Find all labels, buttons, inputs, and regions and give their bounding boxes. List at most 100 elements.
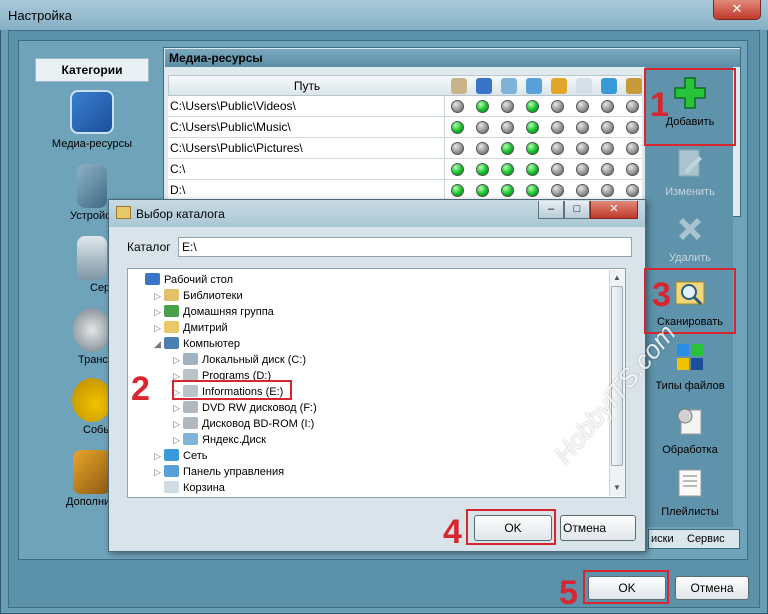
status-dot-off[interactable] — [626, 100, 639, 113]
table-row[interactable]: C:\Users\Public\Videos\ — [168, 96, 642, 117]
status-dot-on[interactable] — [501, 142, 514, 155]
tree-node[interactable]: ▷ Локальный диск (C:) — [173, 352, 306, 368]
expand-arrow-icon[interactable]: ▷ — [154, 464, 164, 480]
table-row[interactable]: C:\Users\Public\Music\ — [168, 117, 642, 138]
dialog-maximize-button[interactable]: □ — [564, 201, 590, 219]
status-dot-off[interactable] — [551, 163, 564, 176]
tree-node-label: Домашняя группа — [183, 306, 274, 318]
tree-node[interactable]: ▷ Панель управления — [154, 464, 284, 480]
status-dot-off[interactable] — [601, 142, 614, 155]
status-dot-on[interactable] — [526, 121, 539, 134]
status-dot-off[interactable] — [576, 100, 589, 113]
status-dot-on[interactable] — [451, 163, 464, 176]
cancel-button[interactable]: Отмена — [675, 576, 749, 600]
status-dot-on[interactable] — [526, 163, 539, 176]
cloud-icon — [576, 78, 592, 94]
edit-button[interactable]: Изменить — [648, 140, 732, 206]
status-dot-off[interactable] — [576, 184, 589, 197]
status-dot-on[interactable] — [526, 184, 539, 197]
tree-node[interactable]: ▷ Сеть — [154, 448, 207, 464]
tab-service[interactable]: Сервис — [687, 533, 725, 545]
expand-arrow-icon[interactable]: ▷ — [173, 432, 183, 448]
status-dot-off[interactable] — [476, 121, 489, 134]
status-dot-on[interactable] — [476, 163, 489, 176]
expand-arrow-icon[interactable]: ▷ — [154, 448, 164, 464]
status-dot-off[interactable] — [576, 163, 589, 176]
column-path-header[interactable]: Путь — [169, 79, 445, 93]
catalog-input[interactable] — [178, 237, 632, 257]
status-dot-off[interactable] — [476, 142, 489, 155]
status-dot-off[interactable] — [576, 121, 589, 134]
table-row[interactable]: D:\ — [168, 180, 642, 201]
column-divider — [444, 138, 445, 159]
delete-button[interactable]: Удалить — [648, 206, 732, 272]
scroll-up-arrow[interactable]: ▲ — [611, 272, 623, 284]
status-dot-off[interactable] — [501, 100, 514, 113]
status-dot-off[interactable] — [451, 142, 464, 155]
tree-node[interactable]: ▷ DVD RW дисковод (F:) — [173, 400, 317, 416]
dialog-minimize-button[interactable]: ‒ — [538, 201, 564, 219]
window-titlebar[interactable] — [0, 0, 768, 30]
expand-arrow-icon[interactable]: ▷ — [154, 288, 164, 304]
highlight-dialog-ok — [466, 509, 556, 545]
bottom-tabs: иски Сервис — [648, 529, 740, 549]
tree-node[interactable]: Корзина — [154, 480, 225, 496]
status-dot-off[interactable] — [626, 184, 639, 197]
status-dot-on[interactable] — [476, 100, 489, 113]
status-dot-on[interactable] — [501, 184, 514, 197]
tree-node-label: Библиотеки — [183, 290, 243, 302]
expand-arrow-icon[interactable]: ◢ — [154, 336, 164, 352]
tree-node[interactable]: ▷ Библиотеки — [154, 288, 243, 304]
status-dot-off[interactable] — [551, 121, 564, 134]
status-dot-off[interactable] — [626, 121, 639, 134]
table-row[interactable]: C:\Users\Public\Pictures\ — [168, 138, 642, 159]
status-dot-off[interactable] — [451, 100, 464, 113]
window-close-button[interactable]: ✕ — [713, 0, 761, 20]
dialog-close-button[interactable]: ✕ — [590, 201, 638, 219]
tree-node[interactable]: Рабочий стол — [135, 272, 233, 288]
playlists-button-label: Плейлисты — [661, 506, 719, 518]
tab-partial[interactable]: иски — [651, 533, 674, 545]
column-divider — [444, 96, 445, 117]
tree-node[interactable]: ▷ Домашняя группа — [154, 304, 274, 320]
status-dot-on[interactable] — [451, 184, 464, 197]
status-dot-off[interactable] — [601, 121, 614, 134]
status-dot-off[interactable] — [576, 142, 589, 155]
status-dot-on[interactable] — [526, 100, 539, 113]
tree-node-label: Локальный диск (C:) — [202, 354, 307, 366]
status-dot-on[interactable] — [476, 184, 489, 197]
dvd-drive-icon — [183, 401, 198, 413]
status-dot-off[interactable] — [551, 100, 564, 113]
expand-arrow-icon[interactable]: ▷ — [154, 320, 164, 336]
dialog-cancel-button[interactable]: Отмена — [560, 515, 636, 541]
expand-arrow-icon[interactable]: ▷ — [173, 352, 183, 368]
processing-button-label: Обработка — [662, 444, 718, 456]
table-row[interactable]: C:\ — [168, 159, 642, 180]
status-dot-off[interactable] — [626, 142, 639, 155]
tree-node[interactable]: ▷ Дисковод BD-ROM (I:) — [173, 416, 314, 432]
status-dot-off[interactable] — [551, 142, 564, 155]
status-dot-off[interactable] — [501, 121, 514, 134]
processing-button[interactable]: Обработка — [648, 398, 732, 464]
status-dot-on[interactable] — [526, 142, 539, 155]
scroll-down-arrow[interactable]: ▼ — [611, 482, 623, 494]
status-dot-off[interactable] — [601, 100, 614, 113]
status-dot-off[interactable] — [601, 163, 614, 176]
file-types-icon — [677, 344, 703, 370]
expand-arrow-icon[interactable]: ▷ — [173, 400, 183, 416]
network-icon — [164, 449, 179, 461]
status-dot-off[interactable] — [551, 184, 564, 197]
status-dot-off[interactable] — [626, 163, 639, 176]
playlists-icon — [678, 469, 702, 497]
expand-arrow-icon[interactable]: ▷ — [173, 416, 183, 432]
expand-arrow-icon[interactable]: ▷ — [154, 304, 164, 320]
status-dot-off[interactable] — [601, 184, 614, 197]
tree-node[interactable]: ▷ Яндекс.Диск — [173, 432, 266, 448]
media-panel-title: Медиа-ресурсы — [165, 49, 740, 67]
status-dot-on[interactable] — [451, 121, 464, 134]
tree-node[interactable]: ▷ Дмитрий — [154, 320, 228, 336]
status-dot-on[interactable] — [501, 163, 514, 176]
category-media-resources[interactable]: Медиа-ресурсы — [36, 90, 148, 160]
tree-node[interactable]: ◢ Компьютер — [154, 336, 240, 352]
playlists-button[interactable]: Плейлисты — [648, 460, 732, 526]
